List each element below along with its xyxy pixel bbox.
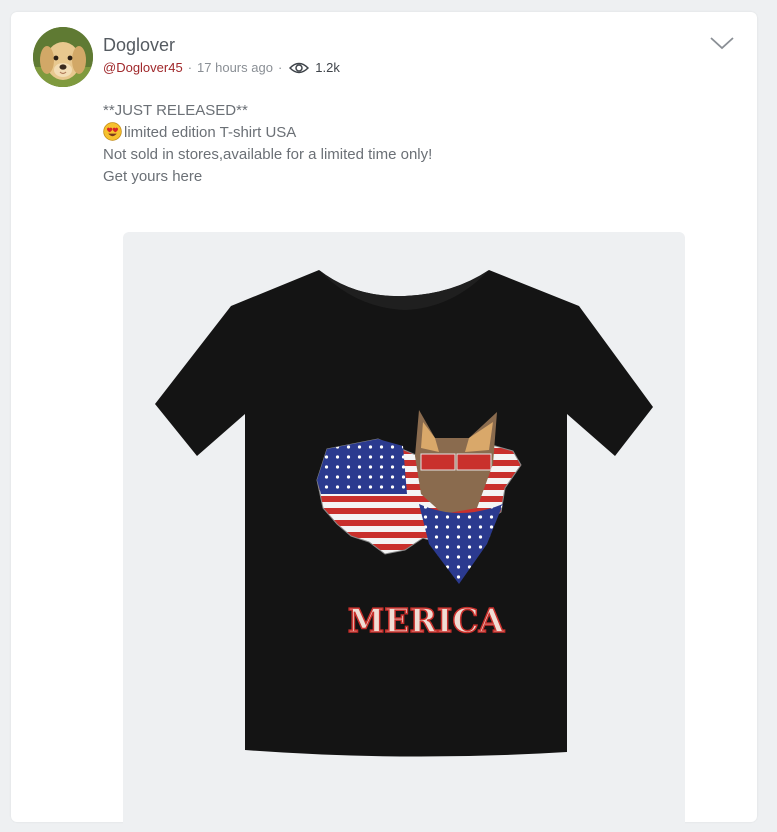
separator-dot: · — [187, 60, 193, 75]
tshirt-product-image: MERICA — [155, 270, 653, 757]
author-avatar[interactable] — [33, 27, 93, 87]
shirt-print-text: MERICA — [348, 601, 505, 640]
post-line-3: Not sold in stores,available for a limit… — [103, 146, 433, 163]
dog-avatar-image — [33, 27, 93, 87]
view-count: 1.2k — [315, 60, 340, 75]
post-line-2: limited edition T-shirt USA — [103, 122, 432, 144]
post-time: 17 hours ago — [197, 60, 273, 75]
post-card: Doglover @Doglover45 · 17 hours ago · 1.… — [11, 12, 757, 832]
post-line-4[interactable]: Get yours here — [103, 166, 432, 188]
product-image-frame[interactable]: MERICA — [123, 232, 685, 832]
heart-eyes-face-icon — [103, 122, 122, 141]
eye-icon — [289, 62, 310, 73]
author-handle[interactable]: @Doglover45 — [103, 60, 183, 75]
author-name[interactable]: Doglover — [103, 35, 175, 56]
post-meta: @Doglover45 · 17 hours ago · 1.2k — [103, 60, 340, 75]
post-body: **JUST RELEASED** limited edition T-shir… — [103, 100, 432, 188]
chevron-down-icon[interactable] — [709, 34, 735, 52]
post-line-1: **JUST RELEASED** — [103, 102, 248, 119]
post-line-2-text: limited edition T-shirt USA — [124, 124, 297, 141]
separator-dot: · — [277, 60, 283, 75]
